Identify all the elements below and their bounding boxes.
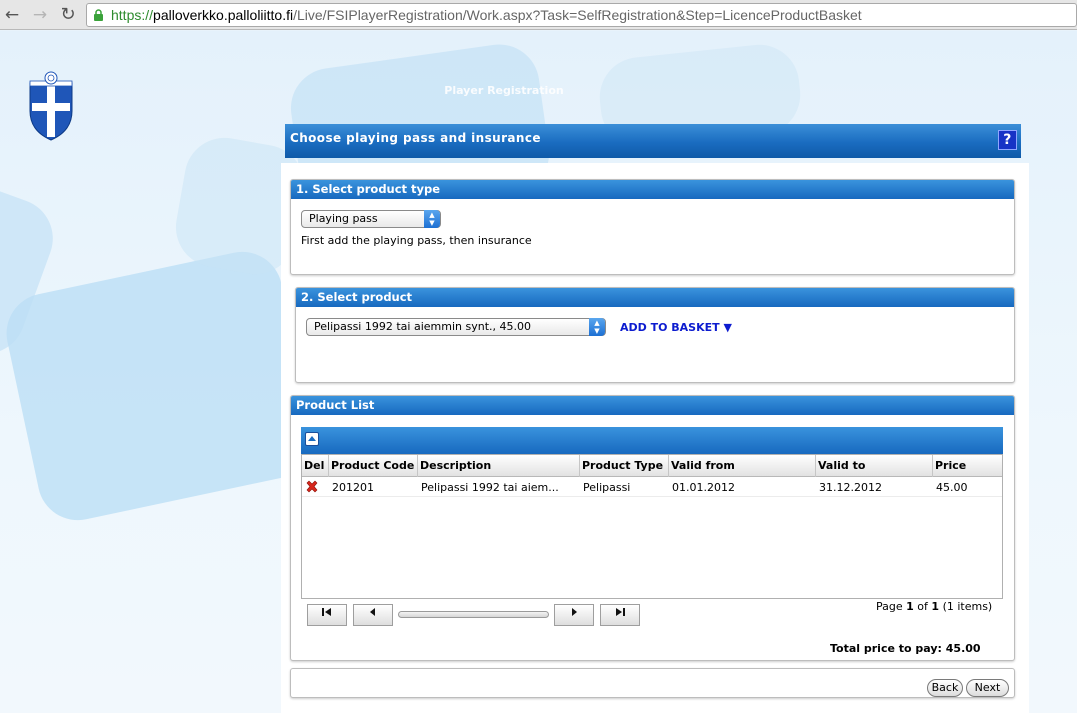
back-button[interactable]: Back	[927, 679, 963, 697]
reload-icon[interactable]: ↻	[58, 5, 78, 25]
grid-header: Del Product Code Description Product Typ…	[302, 455, 1002, 477]
lock-icon	[94, 9, 103, 21]
previous-page-icon	[370, 608, 375, 616]
back-arrow-icon[interactable]: ←	[2, 5, 22, 25]
url-scheme: https://	[111, 7, 154, 23]
page-info: Page 1 of 1 (1 items)	[876, 600, 992, 613]
cell-valid-from: 01.01.2012	[672, 481, 735, 494]
column-header-product-code[interactable]: Product Code	[328, 455, 417, 477]
select-product-type-section: 1. Select product type Playing pass ▲ ▼ F…	[290, 179, 1015, 275]
next-page-button[interactable]	[554, 604, 594, 626]
select-arrows-icon: ▲ ▼	[589, 318, 605, 336]
next-button[interactable]: Next	[966, 679, 1009, 697]
collapse-up-icon[interactable]	[305, 432, 319, 446]
triangle-up-icon	[308, 436, 316, 441]
cell-product-type: Pelipassi	[583, 481, 631, 494]
cell-description: Pelipassi 1992 tai aiem...	[421, 481, 559, 494]
previous-page-button[interactable]	[353, 604, 393, 626]
site-title: Player Registration	[444, 84, 564, 97]
column-header-description[interactable]: Description	[417, 455, 579, 477]
select-product-section: 2. Select product Pelipassi 1992 tai aie…	[295, 287, 1015, 383]
product-type-select-value: Playing pass	[309, 212, 378, 225]
product-grid: Del Product Code Description Product Typ…	[301, 454, 1003, 599]
column-header-valid-from[interactable]: Valid from	[668, 455, 815, 477]
column-header-product-type[interactable]: Product Type	[579, 455, 668, 477]
page-title-bar: Choose playing pass and insurance ?	[285, 124, 1021, 158]
page-total: 1	[931, 600, 940, 613]
next-page-icon	[572, 608, 577, 616]
address-bar[interactable]: https://palloverkko.palloliitto.fi/Live/…	[86, 3, 1077, 27]
background-shape	[0, 244, 321, 528]
product-list-section: Product List Del Product Code Descriptio…	[290, 395, 1015, 661]
page-title: Choose playing pass and insurance	[290, 131, 541, 145]
column-header-price[interactable]: Price	[932, 455, 1002, 477]
product-select-value: Pelipassi 1992 tai aiemmin synt., 45.00	[314, 320, 531, 333]
browser-toolbar: ← → ↻ https://palloverkko.palloliitto.fi…	[0, 0, 1077, 30]
product-type-select[interactable]: Playing pass ▲ ▼	[301, 210, 441, 228]
last-page-button[interactable]	[600, 604, 640, 626]
column-header-valid-to[interactable]: Valid to	[815, 455, 932, 477]
url-path: /Live/FSIPlayerRegistration/Work.aspx?Ta…	[293, 7, 862, 23]
page-current: 1	[906, 600, 914, 613]
delete-x-icon[interactable]	[305, 480, 319, 494]
cell-product-code: 201201	[332, 481, 374, 494]
column-header-del[interactable]: Del	[302, 455, 328, 477]
select-arrows-icon: ▲ ▼	[424, 210, 440, 228]
grid-toolbar	[301, 427, 1003, 454]
cell-price: 45.00	[936, 481, 968, 494]
help-button[interactable]: ?	[998, 130, 1017, 150]
page-slider[interactable]	[398, 611, 549, 618]
page-label: Page	[876, 600, 903, 613]
football-association-crest-icon	[29, 71, 73, 141]
first-page-button[interactable]	[307, 604, 347, 626]
forward-arrow-icon[interactable]: →	[30, 5, 50, 25]
items-count: (1 items)	[942, 600, 993, 613]
section-title: 2. Select product	[296, 288, 1014, 307]
url-host: palloverkko.palloliitto.fi	[153, 7, 294, 23]
product-type-hint: First add the playing pass, then insuran…	[301, 234, 532, 247]
total-price: Total price to pay: 45.00	[830, 642, 981, 655]
add-to-basket-link[interactable]: ADD TO BASKET ▼	[620, 321, 732, 334]
page-of: of	[917, 600, 928, 613]
first-page-icon	[322, 608, 331, 616]
product-select[interactable]: Pelipassi 1992 tai aiemmin synt., 45.00 …	[306, 318, 606, 336]
last-page-icon	[616, 608, 625, 616]
cell-valid-to: 31.12.2012	[819, 481, 882, 494]
section-title: Product List	[291, 396, 1014, 415]
section-title: 1. Select product type	[291, 180, 1014, 199]
navigation-section: Back Next	[290, 668, 1015, 698]
